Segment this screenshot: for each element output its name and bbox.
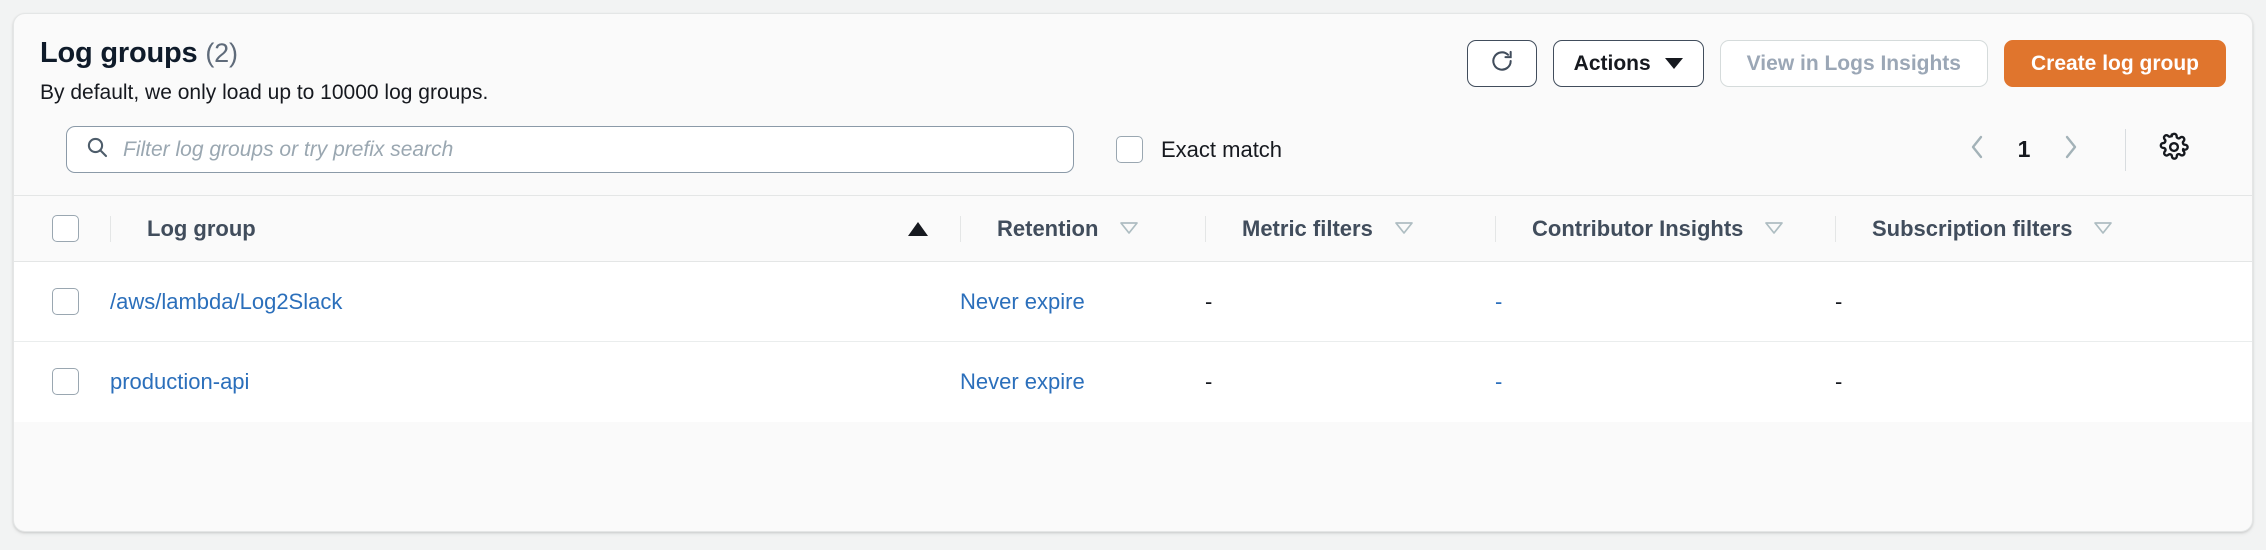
column-header-log-group-label: Log group xyxy=(147,216,256,242)
next-page-button[interactable] xyxy=(2043,127,2099,173)
cell-retention: Never expire xyxy=(960,342,1205,422)
chevron-left-icon xyxy=(1966,132,1988,167)
metric-filters-value: - xyxy=(1205,289,1212,314)
sort-icon xyxy=(1118,216,1140,242)
sort-icon xyxy=(1763,216,1785,242)
search-icon xyxy=(85,135,109,164)
table-body: /aws/lambda/Log2Slack Never expire - - - xyxy=(14,262,2252,422)
row-select-cell xyxy=(14,262,110,342)
column-header-retention-label: Retention xyxy=(997,216,1098,242)
page-number-1[interactable]: 1 xyxy=(2005,136,2043,163)
create-log-group-label: Create log group xyxy=(2031,52,2199,76)
subscription-filters-value: - xyxy=(1835,289,1842,314)
panel-header: Log groups (2) By default, we only load … xyxy=(14,14,2252,195)
subscription-filters-value: - xyxy=(1835,369,1842,394)
cell-log-group: production-api xyxy=(110,342,960,422)
row-checkbox[interactable] xyxy=(52,288,79,315)
cell-metric-filters: - xyxy=(1205,262,1495,342)
sort-ascending-icon xyxy=(908,222,928,236)
chevron-right-icon xyxy=(2060,132,2082,167)
sort-icon xyxy=(1393,216,1415,242)
log-group-count: (2) xyxy=(205,38,237,68)
log-groups-table-wrapper: Log group Retention xyxy=(14,195,2252,531)
cell-subscription-filters: - xyxy=(1835,342,2252,422)
cell-retention: Never expire xyxy=(960,262,1205,342)
actions-button-label: Actions xyxy=(1574,52,1651,76)
column-header-contributor-insights[interactable]: Contributor Insights xyxy=(1495,196,1835,262)
select-all-checkbox[interactable] xyxy=(52,215,79,242)
contributor-insights-value[interactable]: - xyxy=(1495,289,1502,314)
table-preferences-button[interactable] xyxy=(2148,127,2200,173)
previous-page-button[interactable] xyxy=(1949,127,2005,173)
exact-match-checkbox[interactable] xyxy=(1116,136,1143,163)
sort-icon xyxy=(2092,216,2114,242)
column-header-log-group[interactable]: Log group xyxy=(110,196,960,262)
column-header-subscription-filters-label: Subscription filters xyxy=(1872,216,2072,242)
filter-row: Exact match 1 xyxy=(66,106,2200,195)
row-checkbox[interactable] xyxy=(52,368,79,395)
panel-subtitle: By default, we only load up to 10000 log… xyxy=(40,80,488,106)
view-in-logs-insights-label: View in Logs Insights xyxy=(1747,52,1961,76)
retention-link[interactable]: Never expire xyxy=(960,289,1085,314)
log-group-link[interactable]: production-api xyxy=(110,369,249,394)
page-title-text: Log groups xyxy=(40,37,197,69)
cell-contributor-insights: - xyxy=(1495,342,1835,422)
cell-metric-filters: - xyxy=(1205,342,1495,422)
page-title: Log groups (2) xyxy=(40,38,488,70)
retention-link[interactable]: Never expire xyxy=(960,369,1085,394)
header-actions: Actions View in Logs Insights Create log… xyxy=(1467,36,2226,87)
table-row: production-api Never expire - - - xyxy=(14,342,2252,422)
gear-icon xyxy=(2159,132,2189,167)
search-input[interactable] xyxy=(123,127,1032,172)
exact-match-label: Exact match xyxy=(1161,137,1282,163)
chevron-down-icon xyxy=(1665,58,1683,69)
column-header-retention[interactable]: Retention xyxy=(960,196,1205,262)
contributor-insights-value[interactable]: - xyxy=(1495,369,1502,394)
view-in-logs-insights-button[interactable]: View in Logs Insights xyxy=(1720,40,1988,87)
log-group-link[interactable]: /aws/lambda/Log2Slack xyxy=(110,289,342,314)
log-groups-table: Log group Retention xyxy=(14,195,2252,422)
search-box[interactable] xyxy=(66,126,1074,173)
row-select-cell xyxy=(14,342,110,422)
column-header-subscription-filters[interactable]: Subscription filters xyxy=(1835,196,2252,262)
exact-match-toggle[interactable]: Exact match xyxy=(1116,136,1282,163)
column-header-metric-filters-label: Metric filters xyxy=(1242,216,1373,242)
table-row: /aws/lambda/Log2Slack Never expire - - - xyxy=(14,262,2252,342)
pagination-divider xyxy=(2125,129,2126,171)
metric-filters-value: - xyxy=(1205,369,1212,394)
table-header: Log group Retention xyxy=(14,196,2252,262)
log-groups-panel: Log groups (2) By default, we only load … xyxy=(13,13,2253,532)
refresh-button[interactable] xyxy=(1467,40,1537,87)
cell-contributor-insights: - xyxy=(1495,262,1835,342)
select-all-header xyxy=(14,196,110,262)
table-header-row: Log group Retention xyxy=(14,196,2252,262)
title-block: Log groups (2) By default, we only load … xyxy=(40,36,488,106)
create-log-group-button[interactable]: Create log group xyxy=(2004,40,2226,87)
refresh-icon xyxy=(1489,48,1515,80)
cell-log-group: /aws/lambda/Log2Slack xyxy=(110,262,960,342)
column-header-metric-filters[interactable]: Metric filters xyxy=(1205,196,1495,262)
cell-subscription-filters: - xyxy=(1835,262,2252,342)
actions-dropdown-button[interactable]: Actions xyxy=(1553,40,1704,87)
column-header-contributor-insights-label: Contributor Insights xyxy=(1532,216,1743,242)
pagination: 1 xyxy=(1949,127,2200,173)
page-root: Log groups (2) By default, we only load … xyxy=(0,0,2266,550)
